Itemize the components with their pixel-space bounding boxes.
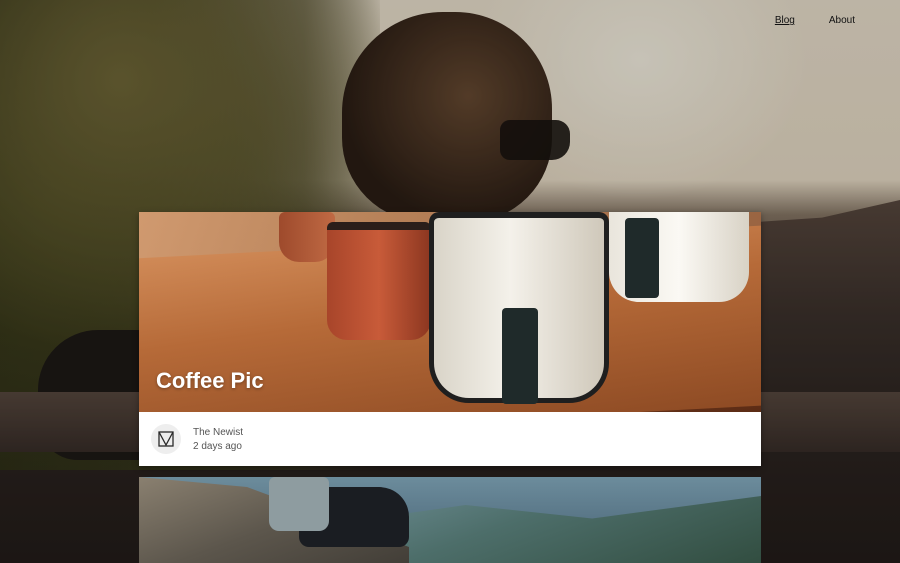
post-meta: The Newist 2 days ago [139, 412, 761, 466]
post-title[interactable]: Coffee Pic [156, 368, 264, 394]
top-nav: Blog About [775, 15, 855, 26]
nav-link-about[interactable]: About [829, 15, 855, 26]
post-cover-image[interactable]: Coffee Pic [139, 212, 761, 412]
newist-logo-icon [158, 431, 174, 447]
nav-link-blog[interactable]: Blog [775, 15, 795, 26]
post-card-2-cover-image[interactable] [139, 477, 761, 563]
post-date: 2 days ago [193, 440, 242, 452]
post-author[interactable]: The Newist [193, 427, 243, 438]
author-avatar[interactable] [151, 424, 181, 454]
page: Blog About Coffee Pic The Newist 2 days … [0, 0, 900, 563]
post-card[interactable]: Coffee Pic The Newist 2 days ago [139, 212, 761, 466]
